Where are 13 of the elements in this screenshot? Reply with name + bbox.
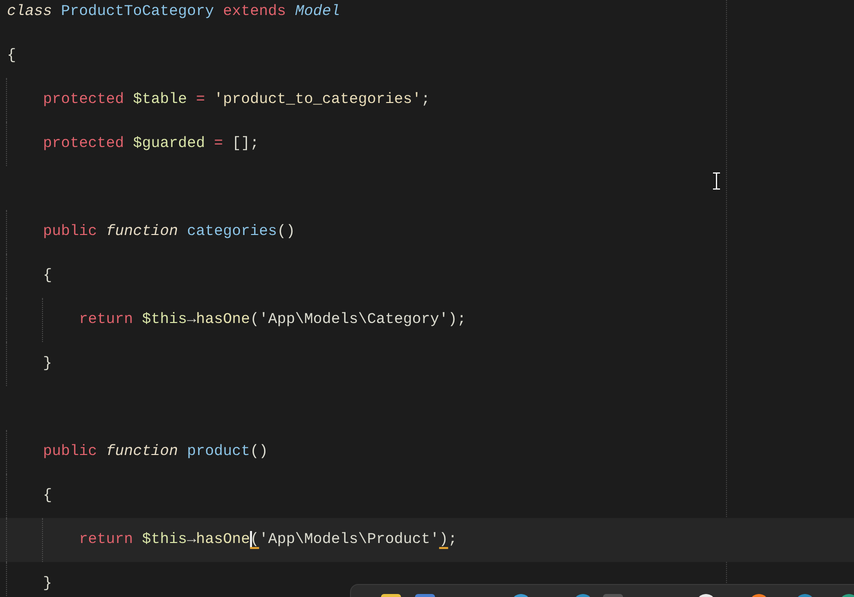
code-line: protected $table = 'product_to_categories'; bbox=[43, 90, 430, 110]
code-line: public function product() bbox=[43, 442, 268, 462]
text-cursor-icon bbox=[712, 172, 721, 190]
code-line: protected $guarded = []; bbox=[43, 134, 260, 154]
code-line: { bbox=[43, 266, 52, 286]
code-line: } bbox=[43, 574, 52, 594]
code-line: class ProductToCategory extends Model bbox=[7, 2, 340, 22]
code-line: { bbox=[43, 486, 52, 506]
code-line: { bbox=[7, 46, 16, 66]
code-line: public function categories() bbox=[43, 222, 296, 242]
code-line: return $this→hasOne('App\Models\Category'); bbox=[79, 310, 466, 330]
code-line: return $this→hasOne('App\Models\Product'); bbox=[79, 530, 458, 550]
code-line: } bbox=[43, 354, 52, 374]
